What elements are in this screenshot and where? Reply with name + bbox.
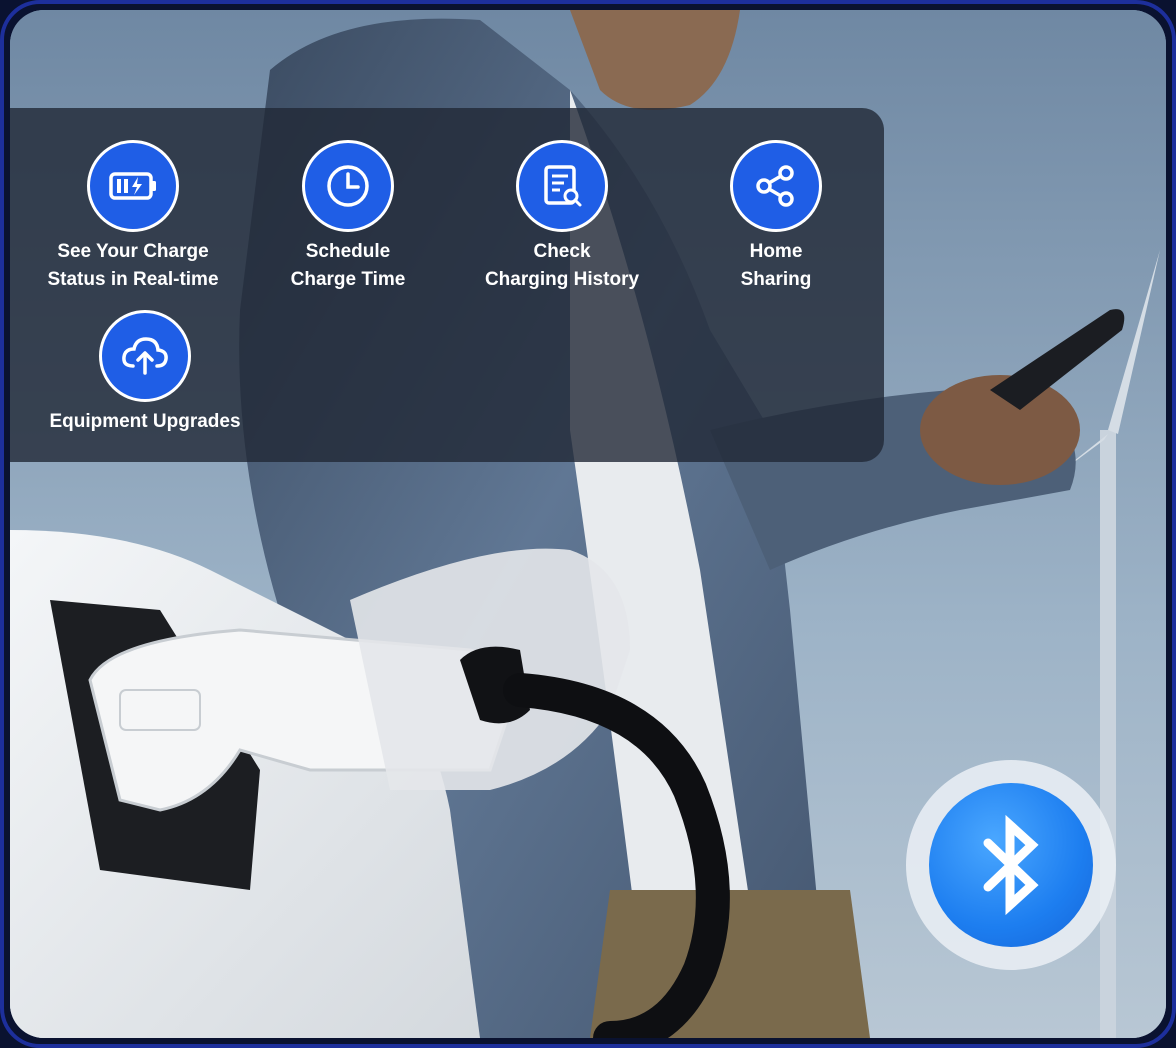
- feature-label: Equipment Upgrades: [49, 411, 241, 432]
- feature-label: Check Charging History: [484, 241, 640, 290]
- feature-label: Home Sharing: [740, 241, 812, 290]
- feature-equipment-upgrades: Equipment Upgrades: [20, 310, 270, 436]
- feature-home-sharing: Home Sharing: [671, 140, 881, 294]
- share-icon: [730, 140, 822, 232]
- feature-history: Check Charging History: [457, 140, 667, 294]
- feature-realtime-status: See Your Charge Status in Real-time: [28, 140, 238, 294]
- feature-schedule: Schedule Charge Time: [243, 140, 453, 294]
- feature-label: Schedule Charge Time: [290, 241, 406, 290]
- bluetooth-badge: [906, 760, 1116, 970]
- cloud-upload-icon: [99, 310, 191, 402]
- battery-charging-icon: [87, 140, 179, 232]
- feature-label: See Your Charge Status in Real-time: [47, 241, 219, 290]
- clock-icon: [302, 140, 394, 232]
- document-search-icon: [516, 140, 608, 232]
- bluetooth-icon: [929, 783, 1093, 947]
